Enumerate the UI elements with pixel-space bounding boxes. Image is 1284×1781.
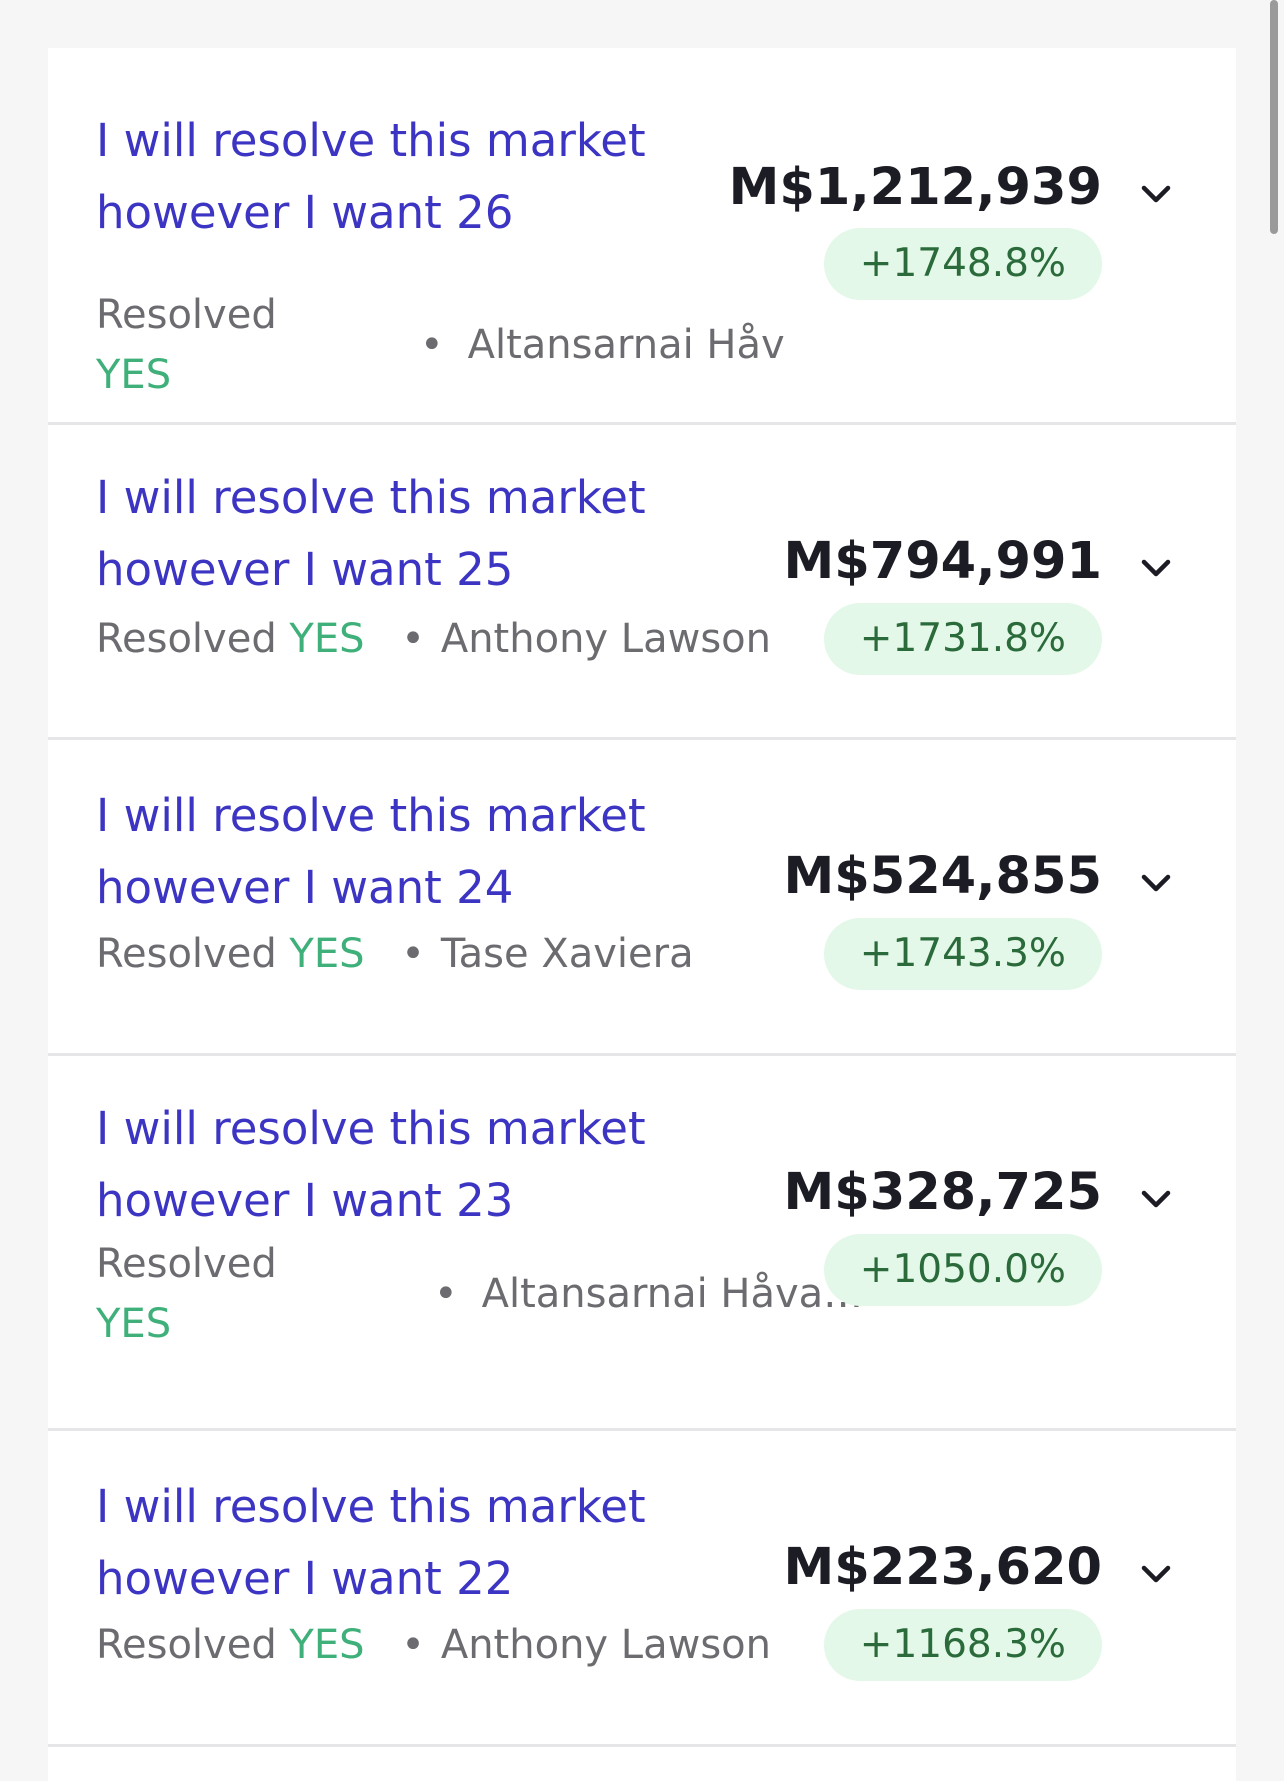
creator-info: • Altansarnai Håv [420,315,785,375]
creator-name[interactable]: Anthony Lawson [441,616,771,662]
resolution-badge: YES [289,616,365,662]
status-label: Resolved [96,292,277,338]
status-label: Resolved [96,1622,277,1668]
status-label: Resolved [96,931,277,977]
status-label: Resolved [96,616,277,662]
creator-name[interactable]: Tase Xaviera [441,931,694,977]
status-label: Resolved [96,1241,277,1287]
market-amount: M$524,855 [783,847,1102,906]
market-card[interactable]: I will resolve this market however I wan… [48,425,1236,740]
resolution-badge: YES [96,1301,172,1347]
scrollbar[interactable] [1264,0,1284,1781]
chevron-down-icon[interactable] [1138,550,1174,586]
resolution-badge: YES [289,1622,365,1668]
creator-info: • Altansarnai Håva… [434,1264,863,1324]
creator-name[interactable]: Altansarnai Håv [468,322,785,368]
scrollbar-thumb[interactable] [1270,0,1278,234]
creator-name[interactable]: Altansarnai Håva… [482,1271,864,1317]
market-card[interactable]: I will resolve this market however I wan… [48,1431,1236,1747]
market-card[interactable]: I will resolve this market however I wan… [48,1056,1236,1431]
change-badge: +1168.3% [823,1609,1102,1681]
market-meta: Resolved YES • Anthony Lawson [96,1615,816,1675]
change-badge: +1050.0% [823,1234,1102,1306]
separator-dot: • [401,616,425,662]
resolution-badge: YES [96,352,172,398]
change-badge: +1748.8% [823,228,1102,300]
chevron-down-icon[interactable] [1138,1181,1174,1217]
market-amount: M$1,212,939 [728,158,1102,217]
change-badge: +1743.3% [823,918,1102,990]
separator-dot: • [401,931,425,977]
market-meta: Resolved YES • Anthony Lawson [96,609,816,669]
market-card[interactable]: I will resolve this market however I wan… [48,48,1236,425]
market-amount: M$328,725 [783,1163,1102,1222]
market-title[interactable]: I will resolve this market however I wan… [96,1093,676,1237]
separator-dot: • [420,322,444,368]
market-title[interactable]: I will resolve this market however I wan… [96,105,676,249]
market-amount: M$794,991 [783,532,1102,591]
market-meta: Resolved YES • Tase Xaviera [96,924,816,984]
resolution-badge: YES [289,931,365,977]
chevron-down-icon[interactable] [1138,1556,1174,1592]
chevron-down-icon[interactable] [1138,176,1174,212]
market-title[interactable]: I will resolve this market however I wan… [96,780,676,924]
market-card[interactable]: I will resolve this market however I wan… [48,740,1236,1056]
market-title[interactable]: I will resolve this market however I wan… [96,1471,676,1615]
market-status: Resolved YES [96,1234,277,1354]
market-status: Resolved YES [96,285,277,405]
separator-dot: • [434,1271,458,1317]
change-badge: +1731.8% [823,603,1102,675]
separator-dot: • [401,1622,425,1668]
market-amount: M$223,620 [783,1538,1102,1597]
market-title[interactable]: I will resolve this market however I wan… [96,462,676,606]
chevron-down-icon[interactable] [1138,865,1174,901]
creator-name[interactable]: Anthony Lawson [441,1622,771,1668]
market-list: I will resolve this market however I wan… [48,48,1236,1781]
